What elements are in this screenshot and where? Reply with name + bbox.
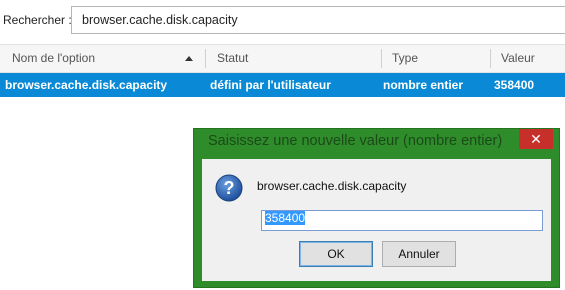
ok-button[interactable]: OK [299,241,373,267]
row-name: browser.cache.disk.capacity [5,78,168,92]
edit-value-dialog: Saisissez une nouvelle valeur (nombre en… [193,128,560,288]
question-icon: ? [215,174,243,202]
column-header-name[interactable]: Nom de l'option [2,45,198,72]
cancel-button[interactable]: Annuler [382,241,456,267]
dialog-title: Saisissez une nouvelle valeur (nombre en… [208,133,503,149]
search-input[interactable] [71,6,565,34]
row-type: nombre entier [383,78,464,92]
table-row[interactable]: browser.cache.disk.capacity défini par l… [0,73,565,97]
sort-ascending-icon [185,56,193,61]
table-header: Nom de l'option Statut Type Valeur [0,44,565,73]
column-header-type[interactable]: Type [382,45,488,72]
column-header-status[interactable]: Statut [207,45,379,72]
value-input[interactable]: 358400 [261,210,543,231]
dialog-body: ? browser.cache.disk.capacity 358400 OK … [202,159,551,281]
dialog-message: browser.cache.disk.capacity [257,179,407,193]
row-value: 358400 [494,78,535,92]
row-status: défini par l'utilisateur [210,78,331,92]
about-config-page: Rechercher : Nom de l'option Statut Type… [0,0,565,290]
column-separator[interactable] [205,49,206,68]
close-icon: ✕ [530,131,542,147]
close-button[interactable]: ✕ [519,129,553,149]
search-label: Rechercher : [3,13,72,27]
value-input-text: 358400 [265,211,306,225]
search-bar: Rechercher : [0,0,565,40]
column-header-value[interactable]: Valeur [491,45,565,72]
svg-text:?: ? [224,178,235,198]
